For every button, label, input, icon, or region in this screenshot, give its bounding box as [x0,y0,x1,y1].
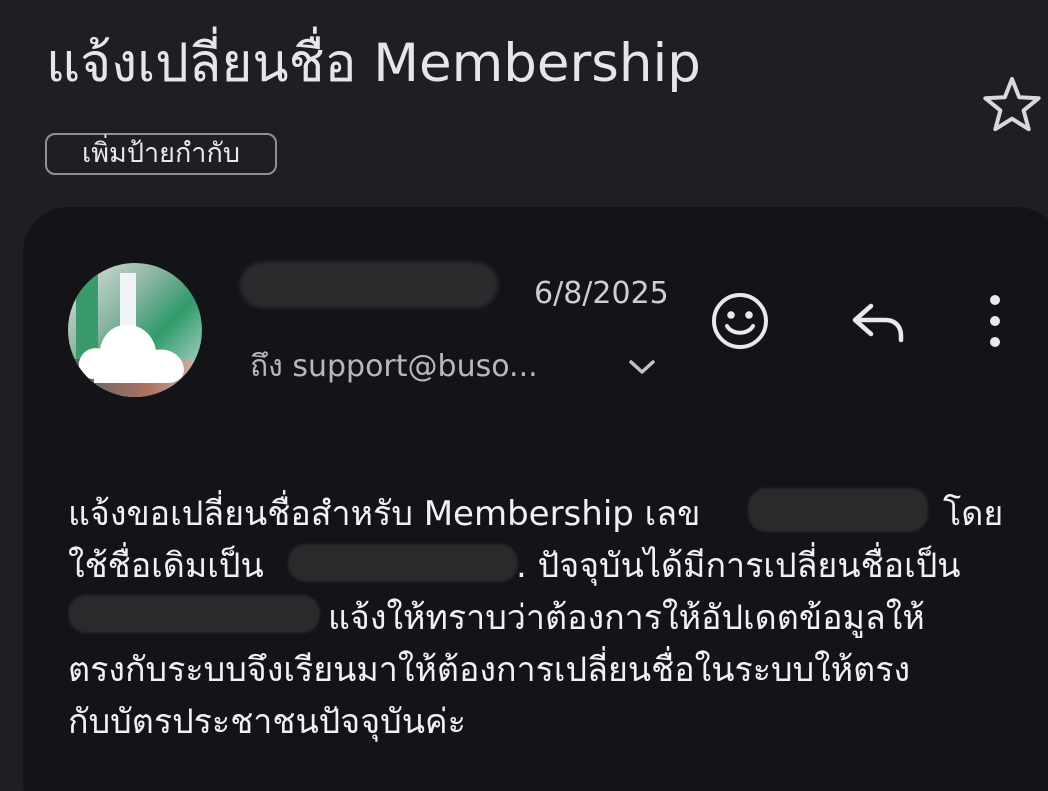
avatar[interactable] [68,263,202,397]
email-subject: แจ้งเปลี่ยนชื่อ Membership [46,33,701,94]
redacted-text [748,488,928,532]
body-line: แจ้งให้ทราบว่าต้องการให้อัปเดตข้อมูลให้ [328,598,925,638]
body-line: ตรงกับระบบจึงเรียนมาให้ต้องการเปลี่ยนชื่… [68,650,911,690]
body-line: โดย [943,494,1004,534]
email-view: แจ้งเปลี่ยนชื่อ Membership เพิ่มป้ายกำกั… [0,0,1048,791]
body-line: ใช้ชื่อเดิมเป็น [68,546,264,586]
recipient-line[interactable]: ถึง support@buso... [250,346,538,388]
more-vertical-icon[interactable] [964,290,1026,352]
redacted-text [288,544,518,582]
smiley-icon[interactable] [709,290,771,352]
redacted-text [68,595,320,633]
chevron-down-icon[interactable] [625,352,659,382]
reply-icon[interactable] [847,290,909,352]
redacted-sender-name [240,262,498,308]
star-icon[interactable] [980,74,1044,138]
body-line: กับบัตรประชาชนปัจจุบันค่ะ [68,702,466,742]
email-date: 6/8/2025 [534,276,669,311]
cloud-icon [78,324,184,383]
body-line: แจ้งขอเปลี่ยนชื่อสำหรับ Membership เลข [68,494,701,534]
add-label-button[interactable]: เพิ่มป้ายกำกับ [45,133,277,175]
body-line: . ปัจจุบันได้มีการเปลี่ยนชื่อเป็น [516,546,961,586]
